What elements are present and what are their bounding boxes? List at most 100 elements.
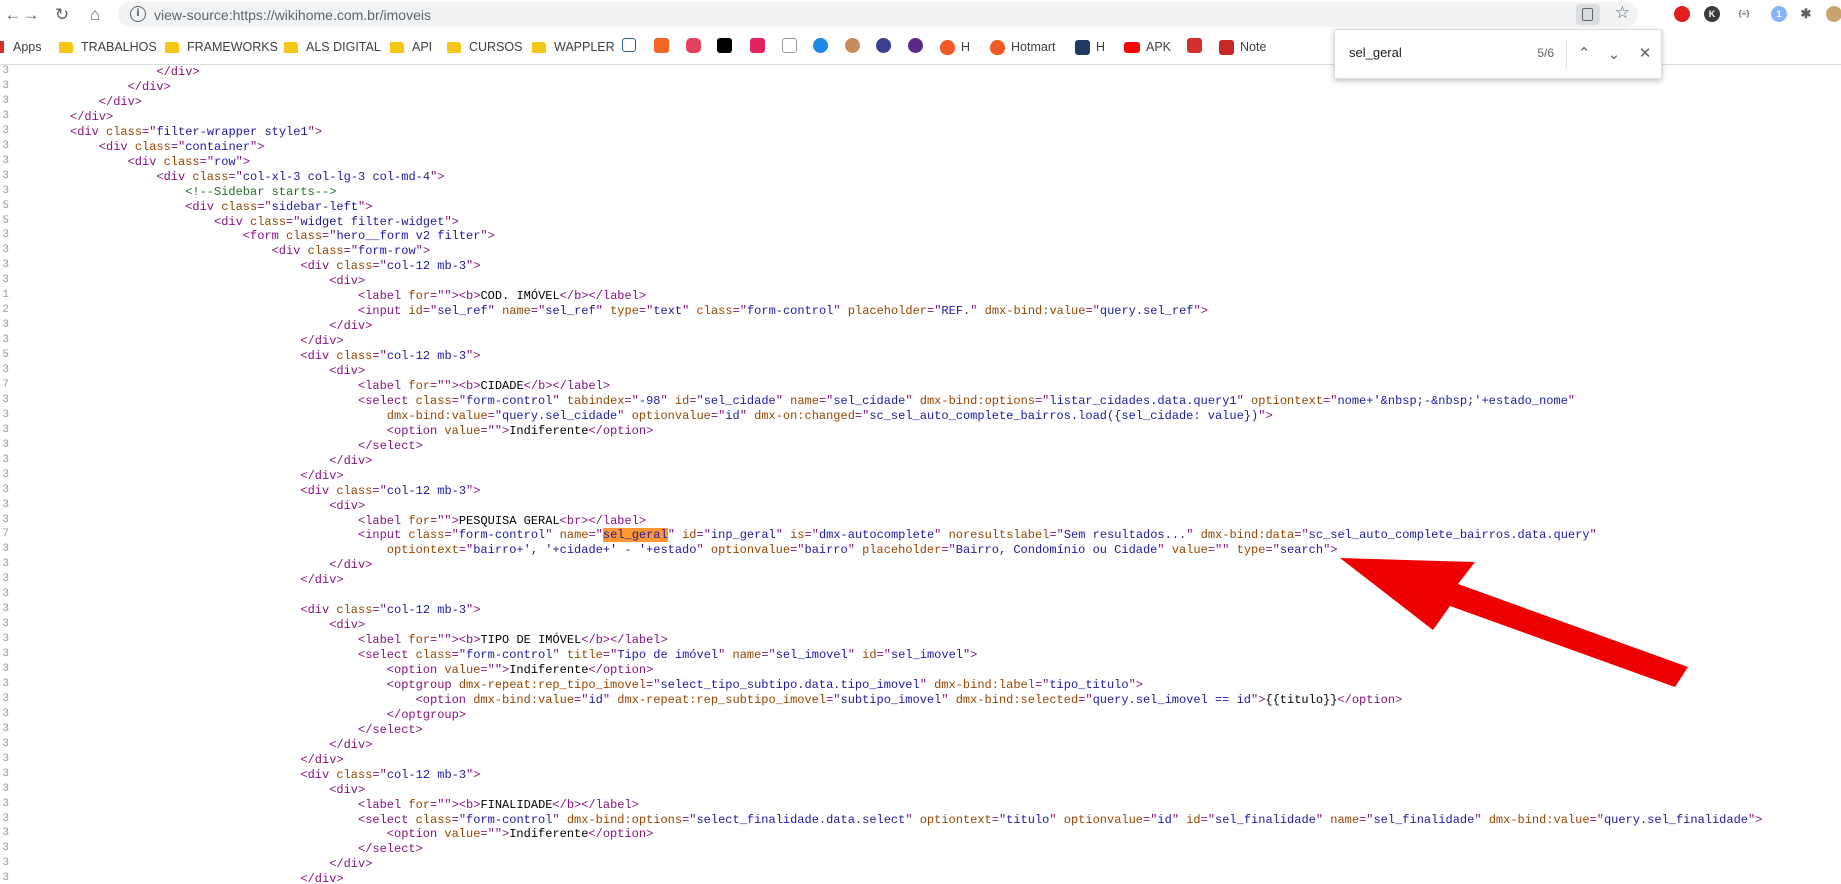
bookmark-folder-cursos[interactable]: CURSOS (447, 38, 522, 56)
line-number: 3 (2, 468, 9, 481)
source-line: <div class="widget filter-widget"> (214, 214, 459, 229)
source-line: </div> (300, 468, 344, 483)
bookmark-folder-api[interactable]: API (390, 38, 432, 56)
line-number: 3 (2, 752, 9, 765)
line-number: 3 (2, 94, 9, 107)
notion-icon[interactable] (717, 38, 732, 53)
chevron-up-icon[interactable]: ⌃ (1573, 42, 1595, 64)
source-line: <label for=""><b>FINALIDADE</b></label> (358, 797, 639, 812)
line-number: 3 (2, 573, 9, 586)
line-number: 5 (2, 349, 9, 362)
bookmark-star-icon[interactable]: ☆ (1615, 3, 1630, 23)
extension-puzzle-badge-icon[interactable]: 1 (1771, 6, 1787, 22)
folder-icon (284, 41, 298, 53)
line-number: 3 (2, 154, 9, 167)
extension-k-icon[interactable]: K (1704, 6, 1720, 22)
source-line: <option dmx-bind:value="id" dmx-repeat:r… (415, 692, 1403, 707)
line-number: 3 (2, 663, 9, 675)
bookmark-folder-als-digital[interactable]: ALS DIGITAL (284, 38, 381, 56)
bookmark-label: CURSOS (469, 40, 523, 54)
source-line: <option value="">Indiferente</option> (386, 827, 654, 842)
bookmark-site-icon[interactable] (813, 38, 828, 53)
source-line: </select> (358, 722, 423, 737)
red-arrow-annotation (1340, 558, 1688, 687)
source-line: </div> (329, 319, 373, 334)
source-line: <div class="col-12 mb-3"> (300, 767, 481, 782)
line-number: 3 (2, 184, 9, 197)
bookmark-label: Note (1240, 40, 1267, 54)
bookmark-folder-frameworks[interactable]: FRAMEWORKS (165, 38, 278, 56)
source-line: <div class="col-12 mb-3"> (300, 603, 481, 618)
line-number: 3 (2, 319, 9, 332)
source-line: </div> (329, 737, 373, 752)
source-line: <select class="form-control" dmx-bind:op… (358, 812, 1763, 827)
folder-icon (390, 41, 404, 53)
line-number: 3 (2, 857, 9, 870)
bookmark-h-2[interactable]: H (1075, 38, 1105, 56)
bookmark-site-icon[interactable] (876, 38, 891, 53)
source-line: </optgroup> (386, 707, 467, 722)
bookmark-folder-trabalhos[interactable]: TRABALHOS (59, 38, 157, 56)
extension-red-shield-icon[interactable] (1674, 6, 1690, 22)
bookmark-site-icon[interactable] (686, 38, 701, 53)
bookmark-site-icon (1075, 39, 1090, 55)
line-number: 3 (2, 782, 9, 795)
forward-arrow-icon[interactable]: → (20, 4, 42, 26)
chevron-down-icon[interactable]: ⌃ (1603, 42, 1625, 64)
line-number: 3 (2, 558, 9, 571)
bookmark-site-icon[interactable] (654, 38, 669, 53)
line-number: 3 (2, 543, 9, 556)
bookmark-site-icon[interactable] (908, 38, 923, 53)
source-line: </div> (300, 334, 344, 349)
line-number: 3 (2, 259, 9, 272)
bookmark-folder-wappler[interactable]: WAPPLER (532, 38, 615, 56)
line-number: 3 (2, 65, 9, 77)
source-line: <div class="sidebar-left"> (185, 199, 373, 214)
find-in-page-icon[interactable] (1576, 4, 1600, 25)
line-number: 3 (2, 722, 9, 735)
source-line: </select> (358, 438, 423, 453)
bookmark-site-icon[interactable] (845, 38, 860, 53)
source-line: <input class="form-control" name="sel_ge… (358, 528, 1597, 543)
bookmark-hotmart[interactable]: Hotmart (990, 38, 1055, 56)
source-line: <!--Sidebar starts--> (185, 184, 337, 199)
line-number: 3 (2, 408, 9, 421)
line-number: 3 (2, 648, 9, 661)
line-number: 3 (2, 423, 9, 436)
bookmark-site-icon[interactable] (782, 38, 797, 53)
bookmark-site-icon[interactable] (1187, 38, 1202, 53)
line-number: 3 (2, 393, 9, 406)
source-line: <div class="row"> (127, 154, 251, 169)
folder-icon (447, 41, 461, 53)
line-number: 3 (2, 483, 9, 496)
close-icon[interactable]: ✕ (1634, 42, 1656, 64)
find-divider (1566, 40, 1567, 68)
line-number: 3 (2, 139, 9, 152)
source-line: optiontext="bairro+', '+cidade+' - '+est… (386, 543, 1338, 558)
profile-avatar[interactable] (1826, 6, 1841, 22)
source-line: <div> (329, 618, 366, 633)
bookmark-note[interactable]: Note (1219, 38, 1266, 56)
bookmark-apps[interactable]: Apps (0, 38, 42, 56)
extension-json-icon[interactable]: {≡} (1736, 6, 1752, 22)
find-input[interactable]: sel_geral (1349, 45, 1402, 60)
line-number: 3 (2, 692, 9, 705)
bookmark-h[interactable]: H (940, 38, 970, 56)
bookmark-site-icon[interactable] (622, 38, 636, 52)
source-line: </div> (300, 573, 344, 588)
site-info-icon[interactable]: i (130, 6, 146, 22)
source-line: <form class="hero__form v2 filter"> (242, 229, 495, 244)
line-number: 3 (2, 169, 9, 182)
home-icon[interactable]: ⌂ (84, 4, 106, 26)
reload-icon[interactable]: ↻ (51, 4, 73, 26)
bookmark-label: FRAMEWORKS (187, 40, 278, 54)
address-bar[interactable]: i view-source:https://wikihome.com.br/im… (118, 2, 1638, 27)
extensions-puzzle-icon[interactable]: ✱ (1798, 6, 1814, 22)
line-number: 2 (2, 304, 9, 317)
line-number: 3 (2, 109, 9, 122)
bookmark-site-icon[interactable] (750, 38, 765, 53)
bookmark-label: H (961, 40, 971, 54)
hotmart-flame-icon (990, 39, 1005, 55)
bookmark-apk[interactable]: APK (1124, 38, 1171, 56)
source-line: <div> (329, 782, 366, 797)
